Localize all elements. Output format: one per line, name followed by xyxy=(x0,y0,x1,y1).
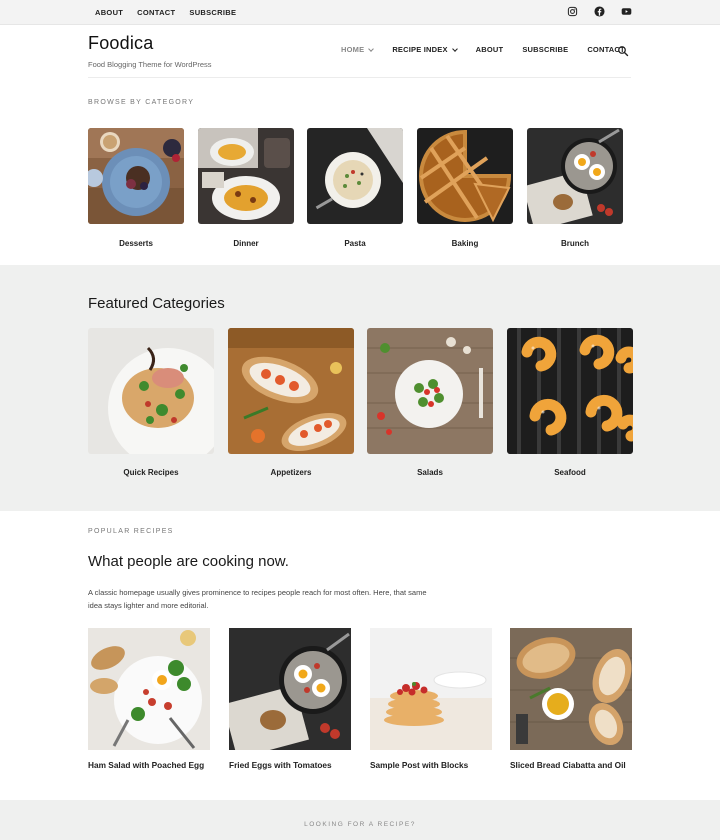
category-image[interactable] xyxy=(417,128,513,224)
nav-item-about[interactable]: ABOUT xyxy=(476,45,504,54)
featured-tile-seafood[interactable]: Seafood xyxy=(507,328,633,477)
featured-categories-title: Featured Categories xyxy=(88,295,225,312)
category-image[interactable] xyxy=(307,128,403,224)
browse-category-label: BROWSE BY CATEGORY xyxy=(88,99,195,106)
featured-image[interactable] xyxy=(367,328,493,454)
category-name[interactable]: Pasta xyxy=(307,239,403,248)
search-icon[interactable] xyxy=(617,45,629,57)
top-nav: ABOUT CONTACT SUBSCRIBE xyxy=(95,8,236,17)
category-name[interactable]: Baking xyxy=(417,239,513,248)
category-tile-dinner[interactable]: Dinner xyxy=(198,128,294,248)
top-nav-about[interactable]: ABOUT xyxy=(95,8,123,17)
recipe-search-section xyxy=(0,800,720,840)
social-links xyxy=(567,6,632,17)
category-image[interactable] xyxy=(88,128,184,224)
featured-tile-appetizers[interactable]: Appetizers xyxy=(228,328,354,477)
chevron-down-icon xyxy=(451,45,458,52)
main-nav: HOME RECIPE INDEX ABOUT SUBSCRIBE CONTAC… xyxy=(341,45,625,54)
recipe-title[interactable]: Sample Post with Blocks xyxy=(370,760,492,770)
category-image[interactable] xyxy=(527,128,623,224)
recipe-image[interactable] xyxy=(510,628,632,750)
category-tile-brunch[interactable]: Brunch xyxy=(527,128,623,248)
featured-tile-salads[interactable]: Salads xyxy=(367,328,493,477)
nav-item-subscribe[interactable]: SUBSCRIBE xyxy=(522,45,568,54)
nav-item-home[interactable]: HOME xyxy=(341,45,375,54)
category-tile-desserts[interactable]: Desserts xyxy=(88,128,184,248)
category-tile-baking[interactable]: Baking xyxy=(417,128,513,248)
recipe-card-fried-eggs[interactable]: Fried Eggs with Tomatoes xyxy=(229,628,351,770)
category-tile-pasta[interactable]: Pasta xyxy=(307,128,403,248)
recipe-title[interactable]: Ham Salad with Poached Egg xyxy=(88,760,210,770)
recipe-card-sample-post[interactable]: Sample Post with Blocks xyxy=(370,628,492,770)
popular-recipes-label: POPULAR RECIPES xyxy=(88,528,174,535)
chevron-down-icon xyxy=(368,45,375,52)
recipe-card-ciabatta[interactable]: Sliced Bread Ciabatta and Oil xyxy=(510,628,632,770)
top-bar: ABOUT CONTACT SUBSCRIBE xyxy=(0,0,720,25)
featured-image[interactable] xyxy=(88,328,214,454)
nav-item-recipe-index[interactable]: RECIPE INDEX xyxy=(392,45,458,54)
featured-image[interactable] xyxy=(507,328,633,454)
recipe-image[interactable] xyxy=(229,628,351,750)
recipe-card-ham-salad[interactable]: Ham Salad with Poached Egg xyxy=(88,628,210,770)
recipe-title[interactable]: Sliced Bread Ciabatta and Oil xyxy=(510,760,632,770)
nav-item-label: SUBSCRIBE xyxy=(522,45,569,54)
facebook-icon[interactable] xyxy=(594,6,605,17)
popular-recipes-title: What people are cooking now. xyxy=(88,553,289,570)
category-name[interactable]: Brunch xyxy=(527,239,623,248)
nav-item-label: RECIPE INDEX xyxy=(392,45,448,54)
top-nav-subscribe[interactable]: SUBSCRIBE xyxy=(189,8,236,17)
featured-name[interactable]: Salads xyxy=(367,468,493,477)
category-name[interactable]: Desserts xyxy=(88,239,184,248)
category-name[interactable]: Dinner xyxy=(198,239,294,248)
instagram-icon[interactable] xyxy=(567,6,578,17)
featured-name[interactable]: Appetizers xyxy=(228,468,354,477)
featured-tile-quick-recipes[interactable]: Quick Recipes xyxy=(88,328,214,477)
youtube-icon[interactable] xyxy=(621,6,632,17)
nav-item-label: ABOUT xyxy=(475,45,504,54)
featured-image[interactable] xyxy=(228,328,354,454)
header-divider xyxy=(88,77,631,78)
recipe-image[interactable] xyxy=(370,628,492,750)
recipe-title[interactable]: Fried Eggs with Tomatoes xyxy=(229,760,351,770)
top-nav-contact[interactable]: CONTACT xyxy=(137,8,175,17)
featured-name[interactable]: Seafood xyxy=(507,468,633,477)
site-tagline: Food Blogging Theme for WordPress xyxy=(88,60,212,69)
recipe-image[interactable] xyxy=(88,628,210,750)
category-image[interactable] xyxy=(198,128,294,224)
nav-item-label: HOME xyxy=(341,45,365,54)
looking-for-recipe-label: LOOKING FOR A RECIPE? xyxy=(304,821,416,828)
featured-name[interactable]: Quick Recipes xyxy=(88,468,214,477)
site-title[interactable]: Foodica xyxy=(88,33,153,54)
popular-recipes-description: A classic homepage usually gives promine… xyxy=(88,588,427,610)
